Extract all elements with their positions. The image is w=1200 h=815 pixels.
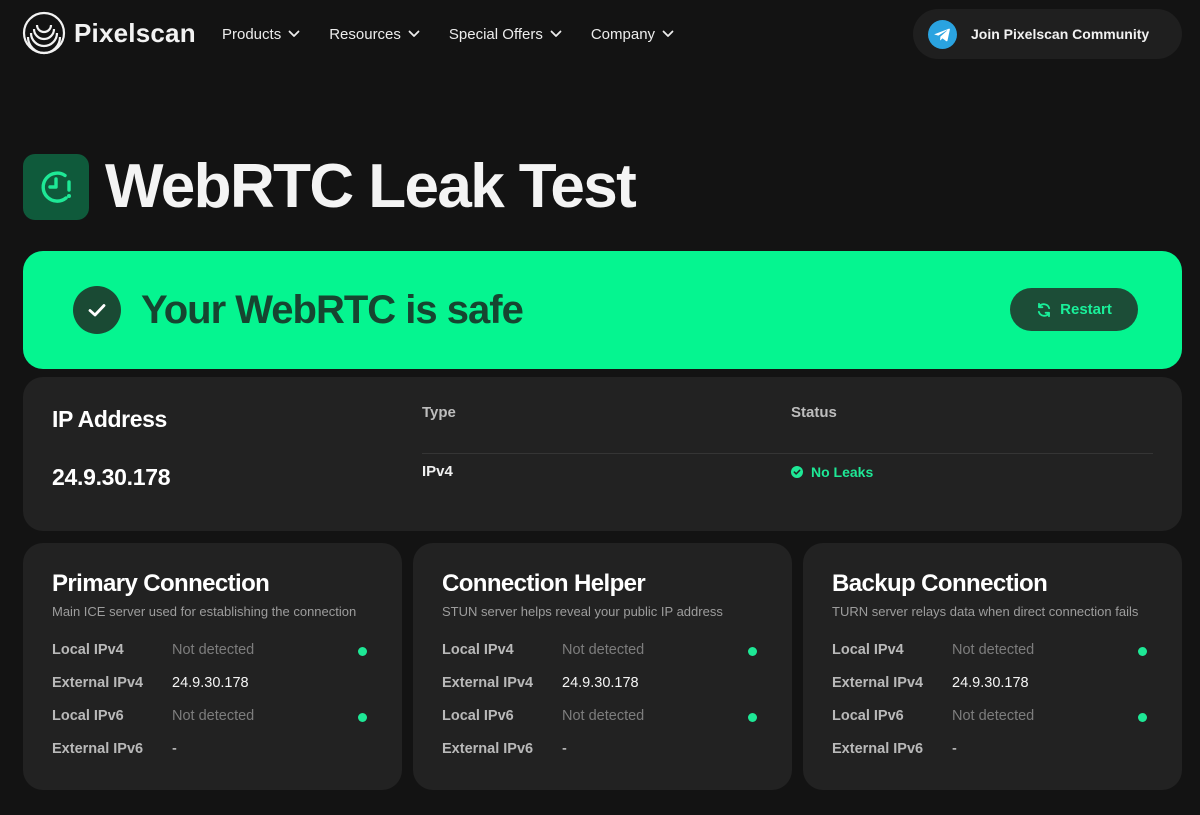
page-title: WebRTC Leak Test [105,152,637,221]
local-ipv4-row: Local IPv4 Not detected [832,642,1152,662]
row-label: Local IPv6 [52,708,124,724]
chevron-down-icon [288,30,300,37]
chevron-down-icon [408,30,420,37]
row-value: - [562,741,567,757]
status-badge: No Leaks [791,464,873,480]
row-value: - [952,741,957,757]
nav-resources-label: Resources [329,25,401,43]
top-header: Pixelscan Products Resources Special Off… [0,0,1200,68]
pixelscan-logo-icon [22,11,66,55]
status-value: No Leaks [811,464,874,480]
row-label: Local IPv4 [442,642,514,658]
table-divider [422,453,1153,454]
status-message: Your WebRTC is safe [141,288,524,332]
card-subtitle: STUN server helps reveal your public IP … [442,604,723,619]
row-label: External IPv4 [832,675,924,691]
status-dot-icon [748,647,757,656]
restart-label: Restart [1060,301,1112,318]
ip-address-card: IP Address 24.9.30.178 Type Status IPv4 … [23,377,1182,531]
row-value: Not detected [562,708,645,724]
ip-address-heading: IP Address [52,406,167,432]
status-dot-icon [748,713,757,722]
ip-address-value: 24.9.30.178 [52,464,171,490]
status-banner: Your WebRTC is safe Restart [23,251,1182,369]
card-title: Backup Connection [832,570,1048,597]
local-ipv6-row: Local IPv6 Not detected [442,708,762,728]
safe-check-badge [73,286,121,334]
nav-products[interactable]: Products [222,26,300,43]
nav-company-label: Company [590,25,656,43]
local-ipv4-row: Local IPv4 Not detected [52,642,372,662]
external-ipv4-row: External IPv4 24.9.30.178 [832,675,1152,695]
ip-type-value: IPv4 [422,463,453,480]
title-badge [23,154,89,220]
card-title: Primary Connection [52,570,270,597]
row-label: External IPv4 [442,675,534,691]
card-title: Connection Helper [442,570,646,597]
row-value: Not detected [172,642,255,658]
webrtc-alert-icon [41,171,71,203]
row-value: - [172,741,177,757]
external-ipv6-row: External IPv6 - [52,741,372,761]
nav-resources[interactable]: Resources [329,26,420,43]
connection-helper-card: Connection Helper STUN server helps reve… [413,543,792,790]
local-ipv4-row: Local IPv4 Not detected [442,642,762,662]
nav-products-label: Products [222,25,282,43]
external-ipv4-row: External IPv4 24.9.30.178 [442,675,762,695]
nav-company[interactable]: Company [591,26,674,43]
status-dot-icon [358,647,367,656]
row-value: Not detected [952,642,1035,658]
row-label: External IPv6 [442,741,534,757]
brand-name: Pixelscan [74,17,196,48]
check-icon [88,304,106,317]
external-ipv6-row: External IPv6 - [442,741,762,761]
row-label: External IPv4 [52,675,144,691]
status-column-header: Status [791,404,837,421]
local-ipv6-row: Local IPv6 Not detected [832,708,1152,728]
join-community-button[interactable]: Join Pixelscan Community [913,9,1182,59]
row-value: 24.9.30.178 [952,675,1029,691]
nav-special-offers-label: Special Offers [448,25,543,43]
check-circle-icon [791,466,803,478]
primary-connection-card: Primary Connection Main ICE server used … [23,543,402,790]
telegram-icon [928,19,957,49]
main-nav: Products Resources Special Offers Compan… [222,22,703,46]
page-title-row: WebRTC Leak Test [23,152,637,221]
join-community-label: Join Pixelscan Community [971,26,1150,42]
restart-button[interactable]: Restart [1010,288,1138,331]
card-subtitle: Main ICE server used for establishing th… [52,604,357,619]
refresh-icon [1038,302,1051,317]
type-column-header: Type [422,404,456,421]
nav-special-offers[interactable]: Special Offers [449,26,562,43]
row-label: Local IPv6 [442,708,514,724]
row-value: Not detected [562,642,645,658]
row-label: Local IPv6 [832,708,904,724]
external-ipv6-row: External IPv6 - [832,741,1152,761]
status-dot-icon [1138,713,1147,722]
external-ipv4-row: External IPv4 24.9.30.178 [52,675,372,695]
backup-connection-card: Backup Connection TURN server relays dat… [803,543,1182,790]
row-label: Local IPv4 [52,642,124,658]
row-value: 24.9.30.178 [562,675,639,691]
status-dot-icon [358,713,367,722]
chevron-down-icon [662,30,674,37]
row-label: Local IPv4 [832,642,904,658]
row-label: External IPv6 [832,741,924,757]
row-value: 24.9.30.178 [172,675,249,691]
status-dot-icon [1138,647,1147,656]
brand-logo[interactable]: Pixelscan [22,11,196,55]
chevron-down-icon [550,30,562,37]
row-value: Not detected [952,708,1035,724]
card-subtitle: TURN server relays data when direct conn… [832,604,1139,619]
row-value: Not detected [172,708,255,724]
local-ipv6-row: Local IPv6 Not detected [52,708,372,728]
row-label: External IPv6 [52,741,144,757]
